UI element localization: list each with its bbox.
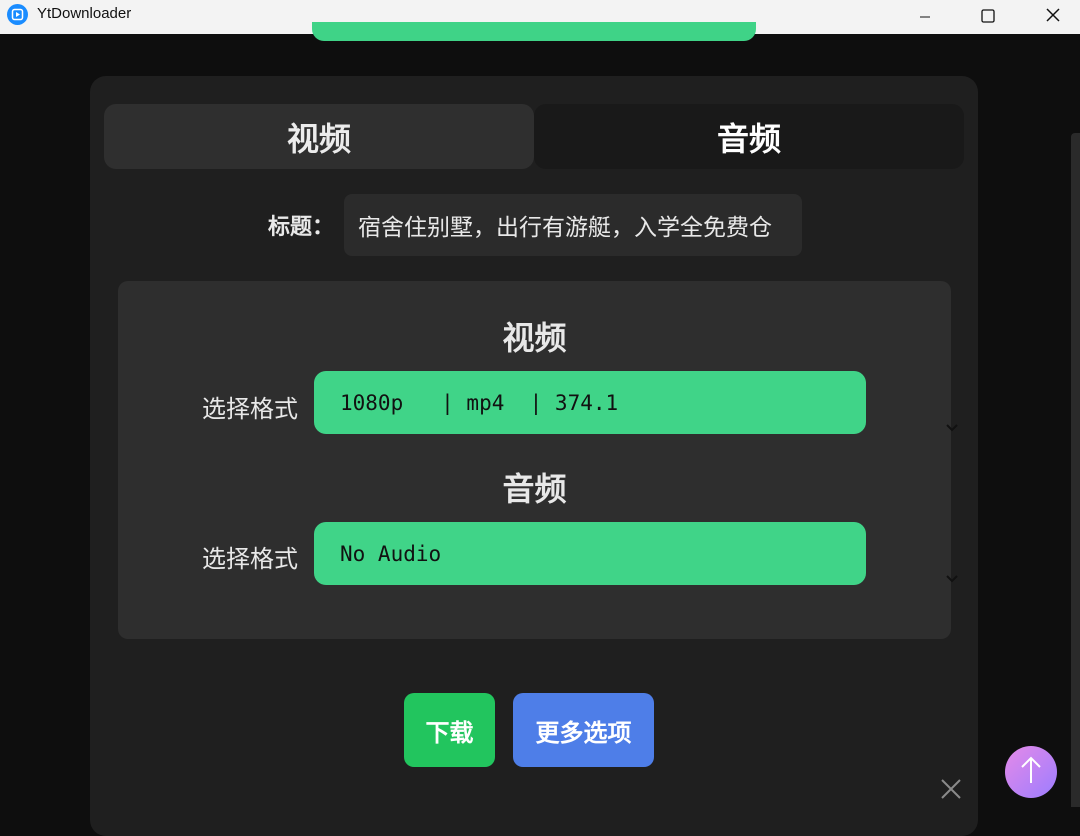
close-window-button[interactable]	[1022, 0, 1080, 34]
arrow-up-icon	[1019, 755, 1043, 789]
audio-format-value: No Audio	[340, 541, 442, 566]
close-icon	[938, 779, 964, 806]
tab-video[interactable]: 视频	[104, 104, 534, 169]
video-format-select[interactable]: 1080p | mp4 | 374.1	[314, 371, 958, 434]
more-options-button[interactable]: 更多选项	[513, 693, 654, 767]
scroll-to-top-button[interactable]	[1005, 746, 1057, 798]
title-label: 标题：	[268, 215, 335, 240]
video-section-heading: 视频	[502, 319, 567, 357]
title-input[interactable]: 宿舍住别墅，出行有游艇，入学全免费仓	[344, 194, 803, 256]
video-format-value: 1080p | mp4 | 374.1	[340, 390, 619, 415]
minimize-icon	[919, 8, 931, 27]
audio-format-label: 选择格式	[202, 545, 298, 573]
download-button[interactable]: 下载	[404, 693, 495, 767]
app-icon	[7, 4, 28, 25]
chevron-down-icon	[842, 393, 958, 432]
close-panel-button[interactable]	[938, 776, 964, 802]
format-selection-panel: 视频 选择格式 1080p | mp4 | 374.1 音频 选择格式 No A…	[118, 281, 958, 639]
title-row: 标题： 宿舍住别墅，出行有游艇，入学全免费仓	[268, 194, 803, 256]
audio-format-select[interactable]: No Audio	[314, 522, 958, 585]
close-icon	[1045, 7, 1061, 27]
media-tabs: 视频 音频	[104, 104, 964, 169]
maximize-icon	[981, 8, 995, 27]
audio-section-heading: 音频	[502, 470, 567, 508]
video-format-label: 选择格式	[202, 395, 298, 423]
minimize-button[interactable]	[894, 0, 956, 34]
chevron-down-icon	[842, 544, 958, 583]
download-panel: 视频 音频 标题： 宿舍住别墅，出行有游艇，入学全免费仓 视频 选择格式 108…	[90, 76, 978, 836]
page-scrollbar[interactable]	[1071, 133, 1080, 807]
top-action-button-partial[interactable]	[312, 22, 756, 41]
maximize-button[interactable]	[957, 0, 1019, 34]
tab-audio[interactable]: 音频	[534, 104, 964, 169]
window-title: YtDownloader	[37, 5, 132, 22]
